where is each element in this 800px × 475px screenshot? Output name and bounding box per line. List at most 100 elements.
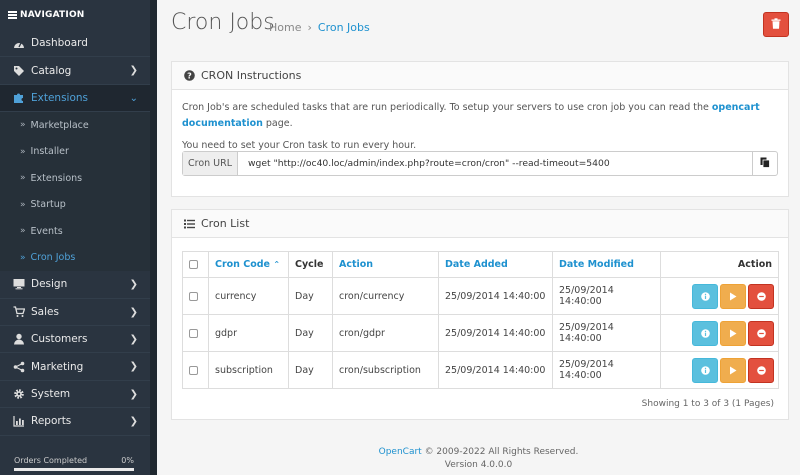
cell-cron-code: currency [208, 277, 289, 315]
extensions-submenu: » Marketplace » Installer » Extensions » Sta… [0, 112, 150, 272]
question-circle-icon: ? [184, 70, 195, 81]
disable-button[interactable] [748, 320, 774, 346]
sidebar-item-customers[interactable]: Customers ❯ [0, 326, 150, 354]
breadcrumb: Home › Cron Jobs [269, 21, 370, 34]
panel-heading: ? CRON Instructions [172, 62, 788, 90]
cell-cycle: Day [288, 277, 333, 315]
info-button[interactable] [692, 320, 718, 346]
info-icon [700, 328, 710, 338]
cron-url-input[interactable]: wget "http://oc40.loc/admin/index.php?ro… [238, 152, 752, 175]
navigation-header[interactable]: NAVIGATION [0, 0, 150, 30]
double-chevron-icon: » [20, 199, 25, 210]
sidebar-item-label: Dashboard [31, 37, 88, 50]
breadcrumb-home[interactable]: Home [269, 21, 301, 34]
progress-label: Orders Completed [14, 456, 88, 465]
panel-title: CRON Instructions [201, 69, 302, 82]
sidebar-item-sales[interactable]: Sales ❯ [0, 299, 150, 326]
submenu-item-events[interactable]: » Events [0, 218, 150, 245]
column-label: Cron Code [215, 259, 270, 270]
column-cron-code[interactable]: Cron Code ⌃ [208, 251, 289, 278]
column-actions: Action [660, 251, 779, 278]
cell-cycle: Day [288, 351, 333, 389]
cell-date-modified: 25/09/2014 14:40:00 [552, 351, 661, 389]
sidebar-item-catalog[interactable]: Catalog ❯ [0, 57, 150, 85]
progress-bar [14, 468, 134, 471]
column-date-added[interactable]: Date Added [438, 251, 553, 278]
run-button[interactable] [720, 320, 746, 346]
cell-date-modified: 25/09/2014 14:40:00 [552, 277, 661, 315]
chevron-right-icon: ❯ [129, 416, 138, 428]
instructions-text-part: page. [262, 118, 293, 129]
double-chevron-icon: » [20, 226, 25, 237]
submenu-label: Extensions [30, 172, 83, 184]
pagination-results: Showing 1 to 3 of 3 (1 Pages) [641, 399, 774, 409]
sidebar-item-label: System [31, 387, 71, 400]
cron-url-group: Cron URL wget "http://oc40.loc/admin/ind… [182, 151, 778, 176]
submenu-item-extensions[interactable]: » Extensions [0, 165, 150, 192]
sidebar-item-dashboard[interactable]: Dashboard [0, 30, 150, 58]
column-date-modified[interactable]: Date Modified [552, 251, 661, 278]
sidebar-item-extensions[interactable]: Extensions ⌄ [0, 84, 150, 113]
sidebar-item-label: Catalog [31, 64, 72, 77]
double-chevron-icon: » [20, 252, 25, 263]
chevron-right-icon: ❯ [129, 306, 138, 318]
cell-action: cron/gdpr [332, 314, 439, 352]
cell-date-modified: 25/09/2014 14:40:00 [552, 314, 661, 352]
copyright-text: © 2009-2022 All Rights Reserved. [421, 447, 579, 457]
info-icon [700, 365, 710, 375]
svg-text:?: ? [187, 72, 192, 81]
submenu-item-startup[interactable]: » Startup [0, 192, 150, 219]
cell-date-added: 25/09/2014 14:40:00 [438, 277, 553, 315]
sidebar-item-label: Marketing [31, 360, 84, 373]
double-chevron-icon: » [20, 120, 25, 131]
row-actions [660, 314, 779, 352]
copy-button[interactable] [752, 152, 777, 175]
minus-circle-icon [756, 365, 766, 375]
row-checkbox[interactable] [189, 365, 198, 375]
sidebar-item-label: Sales [31, 305, 59, 318]
chevron-right-icon: ❯ [129, 388, 138, 400]
submenu-label: Events [30, 225, 63, 237]
submenu-label: Marketplace [30, 119, 89, 131]
cell-action: cron/subscription [332, 351, 439, 389]
info-button[interactable] [692, 357, 718, 383]
bar-chart-icon [12, 415, 25, 428]
submenu-label: Startup [30, 199, 66, 211]
delete-button[interactable] [763, 12, 789, 37]
sidebar-item-marketing[interactable]: Marketing ❯ [0, 353, 150, 381]
orders-progress: Orders Completed 0% [14, 456, 134, 471]
info-button[interactable] [692, 283, 718, 309]
select-all-checkbox[interactable] [189, 260, 198, 269]
sidebar-scrollbar[interactable] [150, 0, 157, 475]
sidebar-item-reports[interactable]: Reports ❯ [0, 408, 150, 436]
run-button[interactable] [720, 283, 746, 309]
submenu-item-marketplace[interactable]: » Marketplace [0, 112, 150, 139]
copy-icon [760, 157, 770, 171]
sort-asc-icon: ⌃ [273, 260, 281, 269]
row-actions [660, 277, 779, 315]
puzzle-icon [12, 91, 25, 104]
breadcrumb-current[interactable]: Cron Jobs [318, 21, 370, 34]
double-chevron-icon: » [20, 146, 25, 157]
trash-icon [771, 17, 781, 32]
disable-button[interactable] [748, 283, 774, 309]
sidebar-item-system[interactable]: System ❯ [0, 381, 150, 409]
submenu-item-cron-jobs[interactable]: » Cron Jobs [0, 245, 150, 272]
disable-button[interactable] [748, 357, 774, 383]
cell-date-added: 25/09/2014 14:40:00 [438, 351, 553, 389]
column-action[interactable]: Action [332, 251, 439, 278]
cell-action: cron/currency [332, 277, 439, 315]
sidebar-item-label: Reports [31, 415, 72, 428]
cart-icon [12, 305, 25, 318]
sidebar-item-label: Design [31, 278, 68, 291]
info-icon [700, 291, 710, 301]
row-checkbox[interactable] [189, 328, 198, 338]
chevron-right-icon: ❯ [129, 279, 138, 291]
sidebar-item-label: Customers [31, 333, 88, 346]
run-button[interactable] [720, 357, 746, 383]
opencart-link[interactable]: OpenCart [379, 447, 422, 457]
sidebar-item-design[interactable]: Design ❯ [0, 271, 150, 299]
cell-cron-code: subscription [208, 351, 289, 389]
submenu-item-installer[interactable]: » Installer [0, 139, 150, 166]
row-checkbox[interactable] [189, 291, 198, 301]
